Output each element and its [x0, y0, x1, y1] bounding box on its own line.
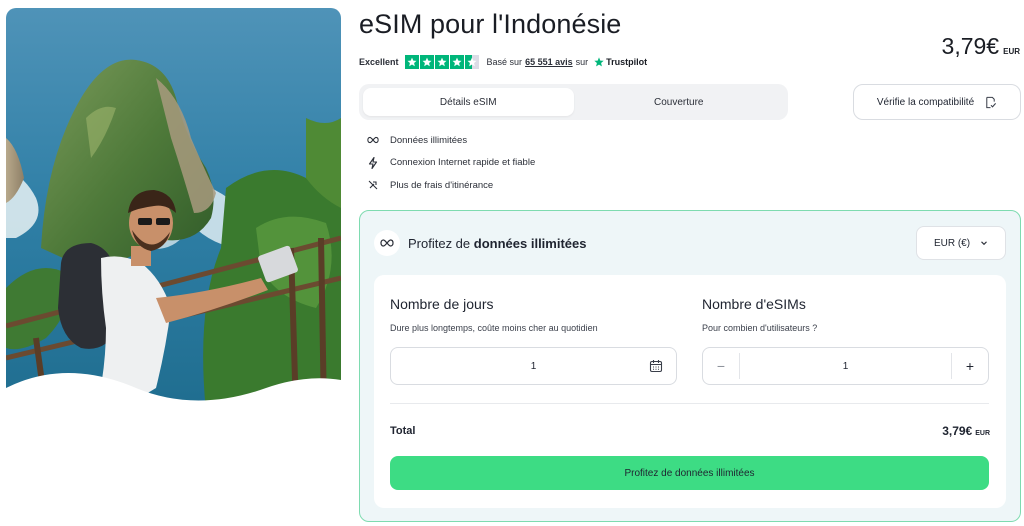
buy-button[interactable]: Profitez de données illimitées: [390, 456, 989, 490]
rating-based-on: Basé sur: [486, 57, 523, 67]
esims-heading: Nombre d'eSIMs: [702, 296, 806, 312]
check-compatibility-button[interactable]: Vérifie la compatibilité: [853, 84, 1021, 120]
rating-on: sur: [575, 57, 589, 67]
tab-esim-details[interactable]: Détails eSIM: [363, 88, 574, 116]
trustpilot-brand: Trustpilot: [606, 57, 648, 67]
esims-stepper: − 1 +: [702, 347, 989, 385]
chevron-down-icon: [981, 241, 987, 246]
total-price: 3,79€ EUR: [942, 424, 990, 438]
days-subtitle: Dure plus longtemps, coûte moins cher au…: [390, 323, 598, 333]
increment-button[interactable]: +: [952, 348, 988, 384]
plan-configurator: Nombre de jours Dure plus longtemps, coû…: [374, 275, 1006, 508]
trustpilot-rating: Excellent Basé sur 65 551 avis sur Trust…: [359, 55, 647, 69]
calendar-icon[interactable]: [636, 359, 676, 373]
half-star-icon: [464, 55, 479, 69]
infinity-icon: [374, 230, 400, 256]
divider: [390, 403, 989, 404]
days-heading: Nombre de jours: [390, 296, 494, 312]
header-price-currency: EUR: [1003, 47, 1020, 56]
no-roaming-icon: [366, 179, 380, 191]
feature-item: Connexion Internet rapide et fiable: [366, 156, 536, 169]
plan-header: Profitez de données illimitées: [374, 230, 586, 256]
plan-title-prefix: Profitez de: [408, 235, 471, 251]
decrement-button[interactable]: −: [703, 348, 739, 384]
feature-label: Connexion Internet rapide et fiable: [390, 157, 536, 168]
hero-image: [6, 8, 341, 412]
feature-item: Données illimitées: [366, 134, 535, 146]
days-input[interactable]: 1: [390, 347, 677, 385]
trustpilot-logo[interactable]: Trustpilot: [594, 57, 647, 67]
days-value: 1: [530, 360, 537, 372]
feature-label: Plus de frais d'itinérance: [390, 179, 494, 191]
page-title: eSIM pour l'Indonésie: [359, 9, 622, 39]
plan-title-bold: données illimitées: [473, 235, 587, 251]
total-amount: 3,79€: [942, 424, 973, 438]
tab-coverage[interactable]: Couverture: [574, 88, 785, 116]
feature-item: Plus de frais d'itinérance: [366, 179, 535, 191]
header-price-amount: 3,79€: [941, 33, 1000, 59]
rating-review-count[interactable]: 65 551 avis: [525, 57, 573, 67]
currency-select-value: EUR (€): [933, 237, 971, 249]
total-label: Total: [390, 425, 416, 437]
plan-card: Profitez de données illimitées EUR (€) N…: [359, 210, 1021, 522]
plan-title: Profitez de données illimitées: [408, 236, 586, 251]
star-icon: [434, 55, 449, 69]
feature-label: Données illimitées: [390, 134, 468, 146]
lightning-icon: [366, 156, 380, 169]
trustpilot-star-icon: [594, 57, 604, 67]
check-compatibility-label: Vérifie la compatibilité: [876, 96, 975, 108]
star-icon: [404, 55, 419, 69]
esims-value[interactable]: 1: [740, 361, 951, 372]
infinity-icon: [366, 134, 380, 146]
rating-label: Excellent: [359, 57, 399, 67]
star-icon: [449, 55, 464, 69]
tab-bar: Détails eSIM Couverture: [359, 84, 788, 120]
star-icon: [419, 55, 434, 69]
header-price: 3,79€ EUR: [942, 33, 1020, 60]
feature-list: Données illimitées Connexion Internet ra…: [366, 134, 535, 202]
rating-stars: [404, 55, 479, 69]
total-currency: EUR: [975, 430, 990, 437]
esims-subtitle: Pour combien d'utilisateurs ?: [702, 323, 818, 333]
currency-select[interactable]: EUR (€): [916, 226, 1006, 260]
check-document-icon: [986, 96, 997, 108]
